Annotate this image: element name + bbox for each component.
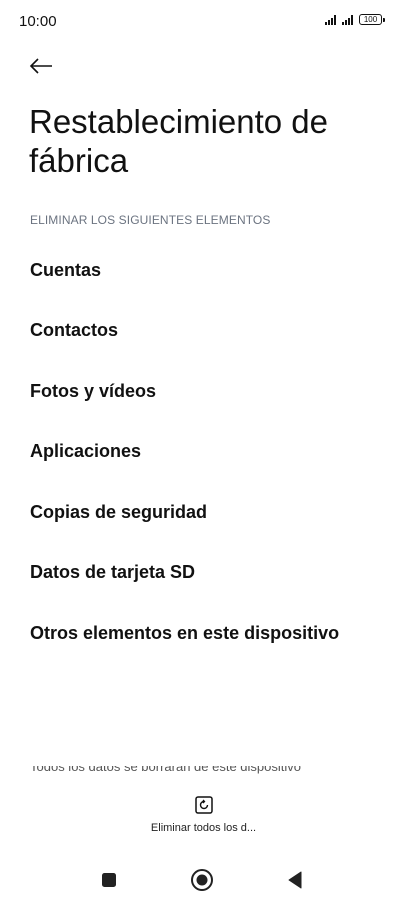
erase-all-label: Eliminar todos los d...	[150, 822, 257, 834]
list-item-otros: Otros elementos en este dispositivo	[30, 622, 340, 643]
home-circle-icon	[191, 869, 213, 891]
back-arrow-icon	[29, 58, 52, 74]
status-bar: 10:00 100	[0, 0, 407, 44]
reset-icon	[194, 796, 213, 814]
page-title: Restablecimiento de fábrica	[29, 103, 328, 179]
status-icons: 100	[325, 14, 385, 25]
battery-icon: 100	[359, 14, 385, 25]
list-item-datos-sd: Datos de tarjeta SD	[30, 562, 196, 583]
erase-all-button[interactable]: Eliminar todos los d...	[0, 795, 407, 834]
item-list: Cuentas Contactos Fotos y vídeos Aplicac…	[0, 240, 407, 664]
back-button[interactable]	[26, 51, 56, 81]
list-item-contactos: Contactos	[30, 320, 119, 341]
home-button[interactable]	[188, 866, 216, 894]
back-triangle-icon	[288, 871, 302, 889]
navigation-bar	[0, 860, 407, 900]
section-header: ELIMINAR LOS SIGUIENTES ELEMENTOS	[30, 213, 271, 227]
recents-button[interactable]	[95, 866, 123, 894]
list-item-fotos: Fotos y vídeos	[30, 380, 157, 401]
footer-note-text: Todos los datos se borrarán de este disp…	[30, 766, 301, 774]
list-item-aplicaciones: Aplicaciones	[30, 441, 142, 462]
recents-square-icon	[102, 873, 116, 887]
back-nav-button[interactable]	[281, 866, 309, 894]
signal-icon	[325, 14, 336, 25]
list-item-copias: Copias de seguridad	[30, 501, 208, 522]
signal-icon	[342, 14, 353, 25]
list-item-cuentas: Cuentas	[30, 259, 102, 280]
status-time: 10:00	[19, 13, 57, 30]
footer-note: Todos los datos se borrarán de este disp…	[30, 766, 380, 778]
battery-level: 100	[359, 14, 382, 25]
